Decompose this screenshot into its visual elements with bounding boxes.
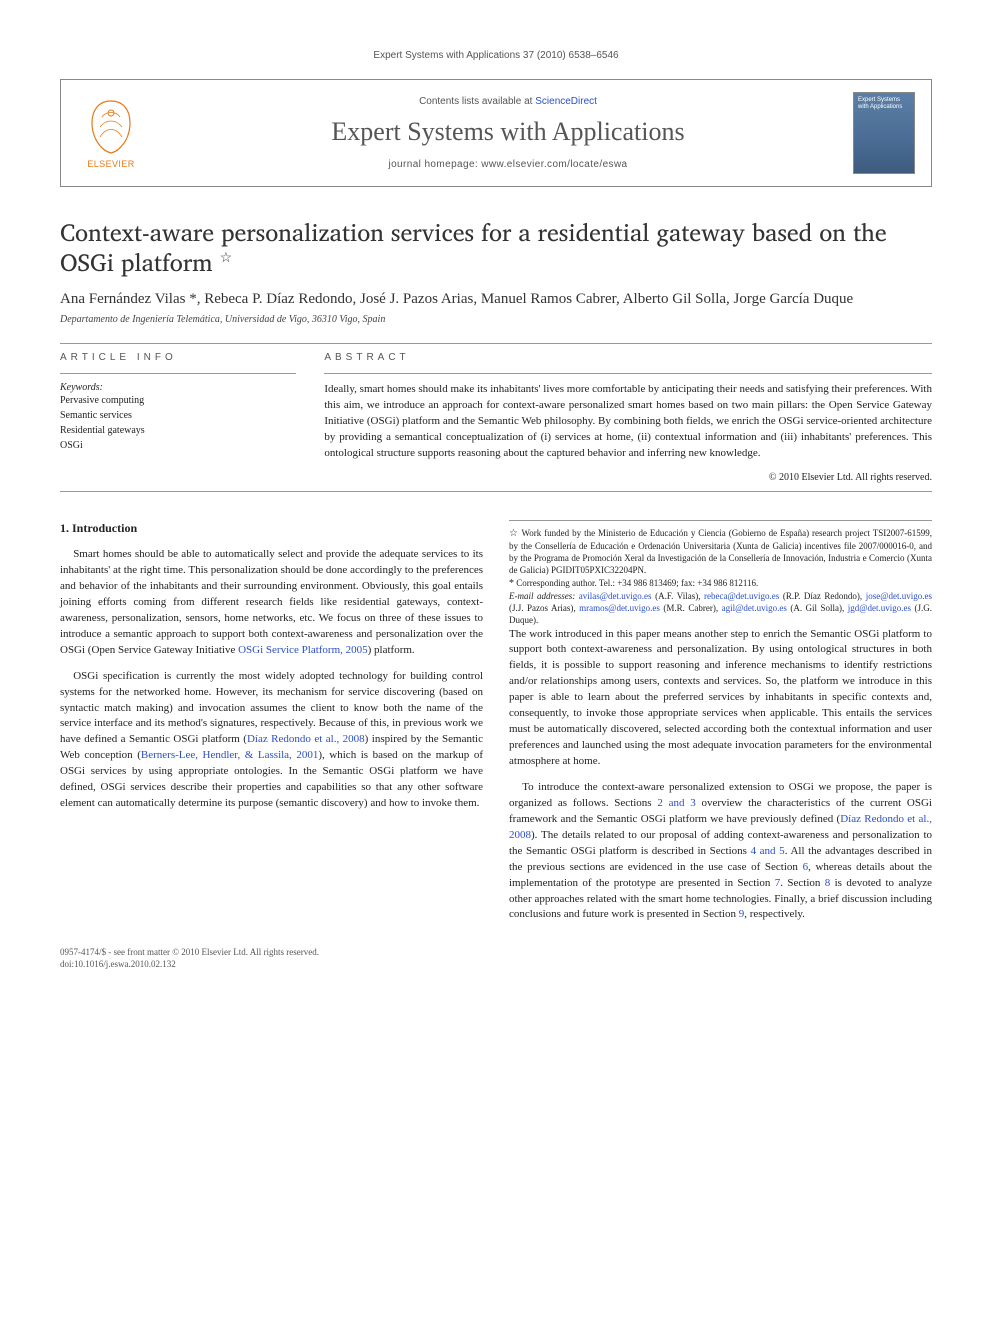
author-list: Ana Fernández Vilas *, Rebeca P. Díaz Re… [60,289,932,310]
email-owner: (M.R. Cabrer) [663,603,715,613]
email-owner: (A. Gil Solla) [790,603,842,613]
abstract-label: ABSTRACT [324,352,932,363]
keyword: Pervasive computing [60,393,296,408]
corresponding-author-footnote: * Corresponding author. Tel.: +34 986 81… [509,577,932,591]
body-paragraph: The work introduced in this paper means … [509,627,932,770]
footnotes-block: ☆ Work funded by the Ministerio de Educa… [509,520,932,627]
doi-block: 0957-4174/$ - see front matter © 2010 El… [60,947,932,970]
contents-prefix: Contents lists available at [419,96,535,107]
funding-footnote-mark: ☆ [509,528,519,539]
publisher-name: ELSEVIER [87,159,134,169]
sciencedirect-link[interactable]: ScienceDirect [535,96,597,107]
body-text: Smart homes should be able to automatica… [60,548,483,656]
journal-header-box: ELSEVIER Contents lists available at Sci… [60,79,932,187]
abstract-copyright: © 2010 Elsevier Ltd. All rights reserved… [324,472,932,483]
affiliation: Departamento de Ingeniería Telemática, U… [60,314,932,325]
author-email-link[interactable]: rebeca@det.uvigo.es [704,591,779,601]
body-text: . Section [780,877,824,889]
article-title: Context-aware personalization services f… [60,217,932,277]
divider [60,491,932,492]
body-text: ) platform. [368,644,415,656]
keyword: Semantic services [60,408,296,423]
email-owner: (R.P. Díaz Redondo) [783,591,860,601]
body-paragraph: Smart homes should be able to automatica… [60,547,483,659]
front-matter-line: 0957-4174/$ - see front matter © 2010 El… [60,947,932,959]
article-info-column: ARTICLE INFO Keywords: Pervasive computi… [60,352,296,483]
author-email-link[interactable]: jose@det.uvigo.es [866,591,932,601]
divider [324,373,932,374]
elsevier-logo: ELSEVIER [77,93,145,173]
title-footnote-mark: ☆ [220,246,233,269]
article-title-text: Context-aware personalization services f… [60,212,887,282]
author-email-link[interactable]: avilas@det.uvigo.es [579,591,652,601]
section-link[interactable]: 2 and 3 [657,797,695,809]
body-paragraph: OSGi specification is currently the most… [60,669,483,812]
keywords-list: Pervasive computing Semantic services Re… [60,393,296,453]
section-heading-introduction: 1. Introduction [60,520,483,537]
abstract-text: Ideally, smart homes should make its inh… [324,382,932,462]
body-two-columns: 1. Introduction Smart homes should be ab… [60,520,932,924]
body-text: , respectively. [744,908,805,920]
contents-available-line: Contents lists available at ScienceDirec… [163,96,853,107]
abstract-column: ABSTRACT Ideally, smart homes should mak… [324,352,932,483]
running-head: Expert Systems with Applications 37 (201… [60,50,932,61]
section-link[interactable]: 4 and 5 [751,845,785,857]
keywords-label: Keywords: [60,382,296,393]
author-email-link[interactable]: agil@det.uvigo.es [722,603,787,613]
corr-mark: * [509,578,514,589]
divider [60,373,296,374]
emails-footnote: E-mail addresses: avilas@det.uvigo.es (A… [509,590,932,626]
divider [60,343,932,344]
funding-footnote: ☆ Work funded by the Ministerio de Educa… [509,527,932,577]
emails-label: E-mail addresses: [509,591,579,601]
keyword: Residential gateways [60,423,296,438]
email-owner: (A.F. Vilas) [655,591,698,601]
funding-footnote-text: Work funded by the Ministerio de Educaci… [509,528,932,576]
journal-cover-thumbnail: Expert Systems with Applications [853,92,915,174]
citation-link[interactable]: Berners-Lee, Hendler, & Lassila, 2001 [141,749,318,761]
doi-line: doi:10.1016/j.eswa.2010.02.132 [60,959,932,971]
journal-homepage: journal homepage: www.elsevier.com/locat… [163,159,853,170]
author-email-link[interactable]: jgd@det.uvigo.es [848,603,911,613]
citation-link[interactable]: Díaz Redondo et al., 2008 [247,733,365,745]
body-paragraph: To introduce the context-aware personali… [509,780,932,923]
article-info-label: ARTICLE INFO [60,352,296,363]
email-owner: (J.J. Pazos Arias) [509,603,573,613]
journal-cover-text: Expert Systems with Applications [858,97,910,110]
corr-text: Corresponding author. Tel.: +34 986 8134… [516,578,758,588]
citation-link[interactable]: OSGi Service Platform, 2005 [238,644,368,656]
author-email-link[interactable]: mramos@det.uvigo.es [579,603,660,613]
journal-title: Expert Systems with Applications [163,117,853,147]
keyword: OSGi [60,438,296,453]
